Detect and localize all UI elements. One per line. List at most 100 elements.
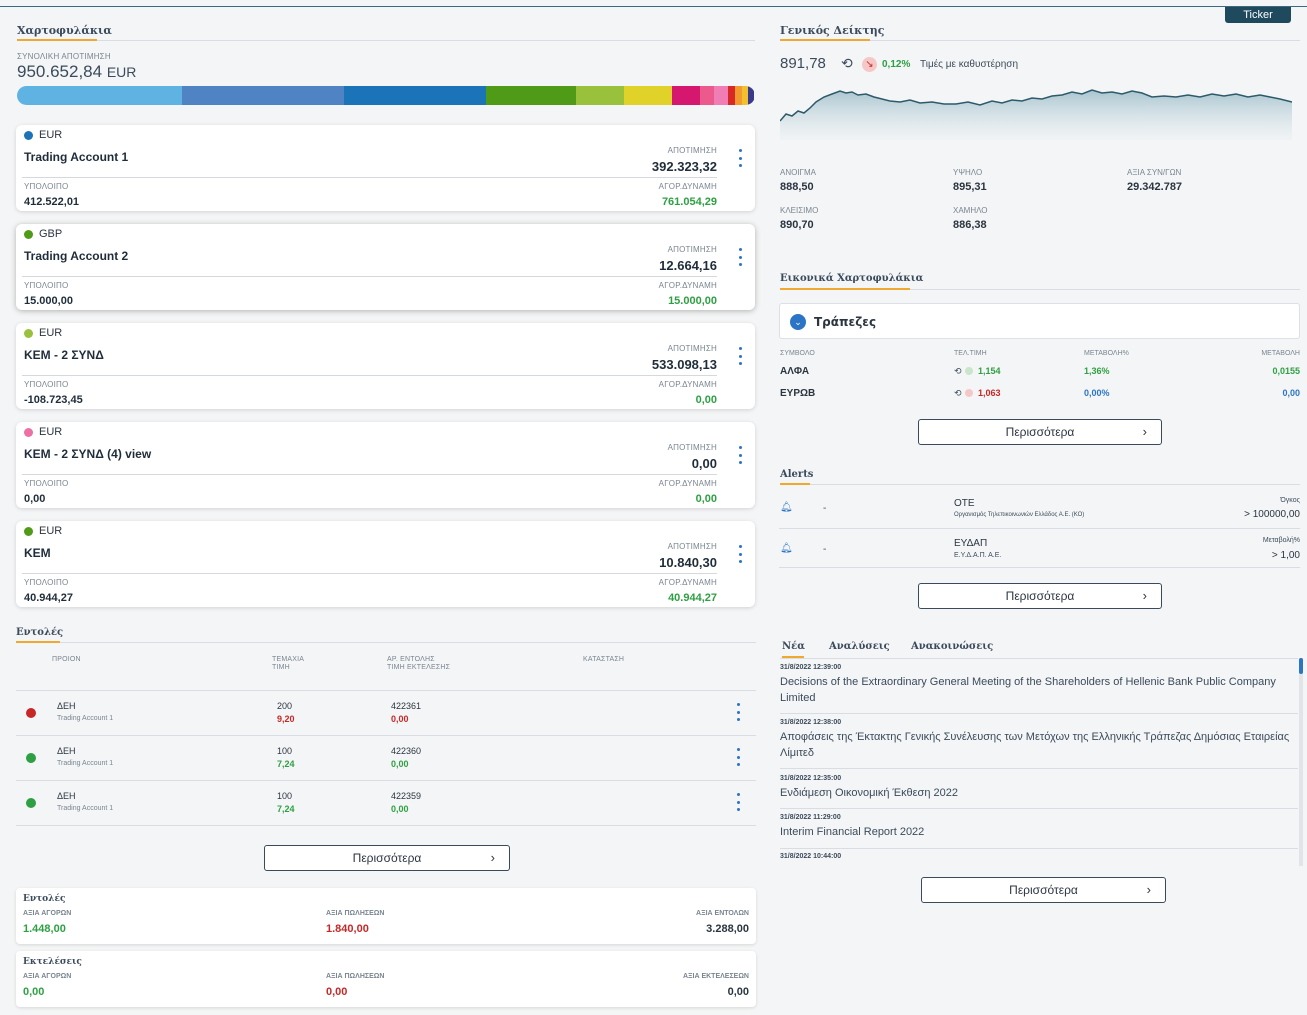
sell-value-label: ΑΞΙΑ ΠΩΛΗΣΕΩΝ bbox=[326, 910, 385, 917]
alert-company: Ε.Υ.Δ.Α.Π. Α.Ε. bbox=[954, 552, 1002, 559]
buying-power-value: 0,00 bbox=[695, 493, 717, 505]
col-change-pct: ΜΕΤΑΒΟΛΗ% bbox=[1084, 350, 1129, 357]
close-value: 890,70 bbox=[780, 219, 814, 231]
news-item[interactable]: 31/8/2022 11:29:00 Interim Financial Rep… bbox=[780, 814, 1298, 849]
order-row[interactable]: ΔΕΗ Trading Account 1 100 7,24 422359 0,… bbox=[16, 781, 756, 826]
alert-symbol: ΟΤΕ bbox=[954, 498, 975, 509]
account-name: ΚΕΜ bbox=[24, 546, 51, 560]
order-number: 422359 bbox=[391, 791, 422, 801]
allocation-segment bbox=[624, 86, 672, 105]
watch-change-pct: 0,00% bbox=[1084, 388, 1110, 398]
account-card[interactable]: EUR ΚΕΜ - 2 ΣΥΝΔ (4) view ΑΠΟΤΙΜΗΣΗ 0,00… bbox=[16, 422, 755, 508]
buy-value: 1.448,00 bbox=[23, 923, 66, 935]
more-options-icon[interactable] bbox=[737, 347, 743, 365]
account-card[interactable]: EUR ΚΕΜ - 2 ΣΥΝΔ ΑΠΟΤΙΜΗΣΗ 533.098,13 ΥΠ… bbox=[16, 323, 755, 409]
total-value: 3.288,00 bbox=[706, 923, 749, 935]
account-card[interactable]: GBP Trading Account 2 ΑΠΟΤΙΜΗΣΗ 12.664,1… bbox=[16, 224, 755, 310]
allocation-segment bbox=[486, 86, 576, 105]
divider bbox=[810, 484, 1300, 485]
currency-dot bbox=[24, 328, 33, 338]
account-name: ΚΕΜ - 2 ΣΥΝΔ (4) view bbox=[24, 447, 152, 461]
account-card[interactable]: EUR Trading Account 1 ΑΠΟΤΙΜΗΣΗ 392.323,… bbox=[16, 125, 755, 211]
open-label: ΑΝΟΙΓΜΑ bbox=[780, 168, 816, 177]
orders-more-button[interactable]: Περισσότερα › bbox=[264, 845, 510, 871]
tab-analyses[interactable]: Αναλύσεις bbox=[829, 641, 890, 652]
virtual-portfolios-more-button[interactable]: Περισσότερα › bbox=[918, 419, 1162, 445]
more-options-icon[interactable] bbox=[735, 793, 741, 811]
watch-last: 1,063 bbox=[978, 388, 1001, 398]
more-options-icon[interactable] bbox=[735, 703, 741, 721]
virtual-portfolios-title: Εικονικά Χαρτοφυλάκια bbox=[780, 273, 924, 284]
account-name: Trading Account 2 bbox=[24, 249, 129, 263]
valuation-label: ΑΠΟΤΙΜΗΣΗ bbox=[667, 542, 717, 551]
delay-note: Τιμές με καθυστέρηση bbox=[920, 59, 1019, 70]
divider bbox=[780, 658, 1298, 659]
turnover-value: 29.342.787 bbox=[1127, 181, 1183, 193]
more-options-icon[interactable] bbox=[737, 545, 743, 563]
selected-portfolio: Τράπεζες bbox=[814, 315, 877, 329]
alert-row[interactable]: 🔔︎ - ΟΤΕ Οργανισμός Τηλεπικοινωνιών Ελλά… bbox=[779, 488, 1300, 529]
tab-news[interactable]: Νέα bbox=[782, 641, 805, 652]
news-item[interactable]: 31/8/2022 10:44:00 bbox=[780, 853, 1298, 866]
news-item[interactable]: 31/8/2022 12:35:00 Ενδιάμεση Οικονομική … bbox=[780, 775, 1298, 809]
news-date: 31/8/2022 12:39:00 bbox=[780, 664, 842, 671]
allocation-segment bbox=[747, 86, 754, 105]
alerts-more-button[interactable]: Περισσότερα › bbox=[918, 583, 1162, 609]
card-divider bbox=[22, 375, 717, 376]
news-more-button[interactable]: Περισσότερα › bbox=[921, 877, 1166, 903]
index-change: 0,12% bbox=[882, 59, 911, 70]
chevron-down-icon[interactable]: ⌄ bbox=[790, 314, 806, 330]
news-item[interactable]: 31/8/2022 12:39:00 Decisions of the Extr… bbox=[780, 664, 1298, 714]
total-valuation-currency: EUR bbox=[106, 64, 137, 80]
virtual-portfolio-selector[interactable]: ⌄ Τράπεζες bbox=[779, 303, 1300, 339]
alert-company: Οργανισμός Τηλεπικοινωνιών Ελλάδος Α.Ε. … bbox=[954, 512, 1085, 518]
allocation-segment bbox=[714, 86, 728, 105]
history-icon[interactable]: ⟲ bbox=[841, 55, 853, 72]
ticker-button[interactable]: Ticker bbox=[1225, 7, 1291, 23]
account-card[interactable]: EUR ΚΕΜ ΑΠΟΤΙΜΗΣΗ 10.840,30 ΥΠΟΛΟΙΠΟ 40.… bbox=[16, 521, 755, 607]
top-border bbox=[0, 6, 1307, 7]
alert-dash: - bbox=[823, 544, 827, 555]
turnover-label: ΑΞΙΑ ΣΥΝ/ΓΩΝ bbox=[1127, 168, 1182, 177]
order-qty: 100 bbox=[277, 746, 293, 756]
order-row[interactable]: ΔΕΗ Trading Account 1 200 9,20 422361 0,… bbox=[16, 691, 756, 736]
allocation-segment bbox=[182, 86, 344, 105]
valuation-value: 0,00 bbox=[691, 456, 717, 471]
balance-value: -108.723,45 bbox=[24, 394, 83, 406]
summary-title: Εντολές bbox=[23, 894, 66, 904]
tab-announcements[interactable]: Ανακοινώσεις bbox=[911, 641, 993, 652]
index-sparkline bbox=[780, 89, 1292, 140]
order-number: 422360 bbox=[391, 746, 422, 756]
open-value: 888,50 bbox=[780, 181, 814, 193]
col-change: ΜΕΤΑΒΟΛΗ bbox=[1261, 350, 1300, 357]
more-options-icon[interactable] bbox=[737, 149, 743, 167]
divider bbox=[870, 40, 1300, 41]
order-row[interactable]: ΔΕΗ Trading Account 1 100 7,24 422360 0,… bbox=[16, 736, 756, 781]
more-options-icon[interactable] bbox=[737, 248, 743, 266]
order-product: ΔΕΗ bbox=[57, 701, 76, 711]
watch-symbol[interactable]: ΕΥΡΩΒ bbox=[780, 388, 815, 399]
more-options-icon[interactable] bbox=[735, 748, 741, 766]
total-value: 0,00 bbox=[727, 986, 749, 998]
valuation-label: ΑΠΟΤΙΜΗΣΗ bbox=[667, 443, 717, 452]
order-qty: 200 bbox=[277, 701, 293, 711]
alert-condition-value: > 100000,00 bbox=[1244, 509, 1300, 520]
alert-row[interactable]: 🔔︎ - ΕΥΔΑΠ Ε.Υ.Δ.Α.Π. Α.Ε. Μεταβολή% > 1… bbox=[779, 530, 1300, 568]
news-title: Ενδιάμεση Οικονομική Έκθεση 2022 bbox=[780, 787, 958, 799]
news-scrollbar[interactable] bbox=[1299, 658, 1303, 866]
watch-symbol[interactable]: ΑΛΦΑ bbox=[780, 366, 809, 377]
balance-value: 40.944,27 bbox=[24, 592, 73, 604]
news-item[interactable]: 31/8/2022 12:38:00 Αποφάσεις της Έκτακτη… bbox=[780, 719, 1298, 769]
currency-dot bbox=[24, 130, 33, 140]
total-valuation-value: 950.652,84 bbox=[17, 62, 103, 81]
more-options-icon[interactable] bbox=[737, 446, 743, 464]
valuation-label: ΑΠΟΤΙΜΗΣΗ bbox=[667, 245, 717, 254]
news-scrollbar-thumb[interactable] bbox=[1299, 658, 1303, 674]
history-icon: ⟲ bbox=[954, 366, 962, 376]
allocation-segment bbox=[727, 86, 736, 105]
arrow-down-icon: ↘ bbox=[862, 57, 877, 72]
valuation-label: ΑΠΟΤΙΜΗΣΗ bbox=[667, 146, 717, 155]
total-value-label: ΑΞΙΑ ΕΝΤΟΛΩΝ bbox=[696, 910, 749, 917]
executions-summary-card: Εκτελέσεις ΑΞΙΑ ΑΓΟΡΩΝ 0,00 ΑΞΙΑ ΠΩΛΗΣΕΩ… bbox=[16, 951, 756, 1007]
col-price: ΤΙΜΗ bbox=[272, 664, 290, 671]
